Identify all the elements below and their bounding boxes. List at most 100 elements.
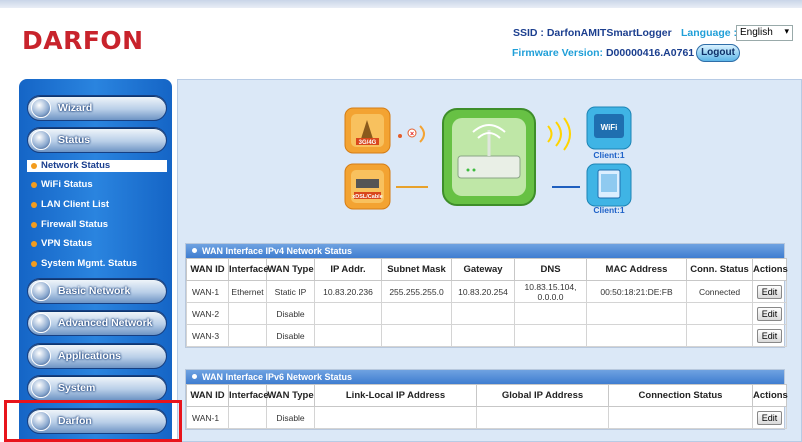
menu-advanced-network[interactable]: Advanced Network [27, 310, 167, 336]
language-label: Language : [681, 27, 738, 39]
ssid-label: SSID : [513, 27, 544, 39]
menu-status[interactable]: Status [27, 127, 167, 153]
interface-cell [228, 406, 267, 429]
bullet-icon [192, 248, 197, 253]
menu-basic-network[interactable]: Basic Network [27, 278, 167, 304]
top-bar [0, 0, 802, 8]
router-icon [442, 108, 536, 206]
wan-type-cell: Static IP [266, 280, 315, 303]
lan-client-count: Client:1 [593, 205, 624, 215]
wan-type-cell: Disable [266, 324, 315, 347]
sidebar-item-label: WiFi Status [41, 179, 93, 190]
tools-icon [31, 313, 51, 333]
firmware-info: Firmware Version: D00000416.A0761 [512, 47, 694, 59]
actions-cell: Edit [752, 324, 787, 347]
col-interface: Interface [228, 384, 269, 407]
menu-advanced-network-label: Advanced Network [58, 317, 153, 329]
edit-button[interactable]: Edit [756, 410, 783, 425]
ipv4-panel-title: WAN Interface IPv4 Network Status [202, 246, 353, 256]
col-wan-id: WAN ID [186, 384, 229, 407]
mac-cell [586, 324, 687, 347]
ipv6-status-panel: WAN Interface IPv6 Network Status WAN ID… [185, 369, 788, 430]
ip-cell [314, 302, 382, 325]
interface-cell: Ethernet [228, 280, 267, 303]
dns-secondary: 0.0.0.0 [537, 291, 564, 302]
interface-cell [228, 324, 267, 347]
sidebar-item-firewall-status[interactable]: Firewall Status [27, 219, 167, 231]
sidebar-item-label: LAN Client List [41, 199, 110, 210]
col-connection-status: Connection Status [608, 384, 753, 407]
logout-button[interactable]: Logout [696, 44, 740, 62]
dns-cell [514, 302, 587, 325]
menu-system[interactable]: System [27, 375, 167, 401]
language-select[interactable]: English ▾ [736, 25, 793, 41]
wan-id-cell: WAN-1 [186, 280, 229, 303]
ipv4-header-row: WAN ID Interface WAN Type IP Addr. Subne… [186, 258, 788, 281]
col-gateway: Gateway [451, 258, 515, 281]
menu-wizard-label: Wizard [58, 102, 93, 114]
bullet-icon [31, 163, 37, 169]
sidebar-item-label: Firewall Status [41, 219, 109, 230]
sidebar-item-lan-client-list[interactable]: LAN Client List [27, 199, 167, 211]
col-wan-type: WAN Type [266, 258, 315, 281]
menu-wizard[interactable]: Wizard [27, 95, 167, 121]
firmware-label: Firmware Version: [512, 47, 604, 59]
menu-applications[interactable]: Applications [27, 343, 167, 369]
sidebar-item-wifi-status[interactable]: WiFi Status [27, 179, 167, 191]
ipv4-panel-header: WAN Interface IPv4 Network Status [186, 244, 784, 258]
gateway-cell [451, 302, 515, 325]
bullet-icon [31, 202, 37, 208]
ipv6-status-table: WAN ID Interface WAN Type Link-Local IP … [186, 384, 788, 429]
dns-cell: 10.83.15.104, 0.0.0.0 [514, 280, 587, 303]
disconnected-indicator: × [398, 125, 425, 143]
edit-button[interactable]: Edit [756, 284, 783, 299]
table-row: WAN-2 Disable Edit [186, 302, 787, 325]
bullet-icon [31, 241, 37, 247]
link-local-cell [314, 406, 477, 429]
col-link-local-ip: Link-Local IP Address [314, 384, 477, 407]
ipv6-panel-header: WAN Interface IPv6 Network Status [186, 370, 784, 384]
edit-button[interactable]: Edit [756, 328, 783, 343]
col-dns: DNS [514, 258, 587, 281]
wan-type-cell: Disable [266, 406, 315, 429]
sidebar: Wizard Status Network Status WiFi Status… [19, 79, 172, 442]
sidebar-item-system-mgmt-status[interactable]: System Mgmt. Status [27, 258, 167, 270]
wand-icon [31, 98, 51, 118]
bullet-icon [31, 222, 37, 228]
sidebar-item-vpn-status[interactable]: VPN Status [27, 238, 167, 250]
col-actions: Actions [752, 384, 788, 407]
col-wan-id: WAN ID [186, 258, 229, 281]
ssid-info: SSID : DarfonAMITSmartLogger [513, 27, 672, 39]
wan-type-cell: Disable [266, 302, 315, 325]
ipv4-status-panel: WAN Interface IPv4 Network Status WAN ID… [185, 243, 788, 348]
wifi-waves-icon [547, 117, 571, 151]
apps-icon [31, 346, 51, 366]
edit-button[interactable]: Edit [756, 306, 783, 321]
darfon-logo: DARFON [22, 26, 144, 55]
col-interface: Interface [228, 258, 269, 281]
system-monitor-icon [31, 378, 51, 398]
status-cell: Connected [686, 280, 753, 303]
modem-xdsl-icon: xDSL/Cable [344, 163, 391, 210]
menu-applications-label: Applications [58, 350, 122, 362]
lan-client-icon: Client:1 [586, 163, 632, 215]
language-value: English [740, 27, 773, 38]
status-cell [608, 406, 753, 429]
bullet-icon [31, 261, 37, 267]
chevron-down-icon: ▾ [784, 26, 789, 36]
gateway-cell: 10.83.20.254 [451, 280, 515, 303]
sidebar-item-label: Network Status [41, 160, 111, 171]
col-ip-addr: IP Addr. [314, 258, 382, 281]
ipv4-status-table: WAN ID Interface WAN Type IP Addr. Subne… [186, 258, 788, 347]
sidebar-item-network-status[interactable]: Network Status [27, 160, 167, 172]
wan-id-cell: WAN-2 [186, 302, 229, 325]
router-admin-page: DARFON SSID : DarfonAMITSmartLogger Firm… [0, 0, 802, 442]
interface-cell [228, 302, 267, 325]
actions-cell: Edit [752, 406, 787, 429]
col-wan-type: WAN Type [266, 384, 315, 407]
sidebar-item-label: System Mgmt. Status [41, 258, 138, 269]
network-topology-diagram: 3G/4G × xDSL/Cable WiFi Client:1 Client:… [344, 106, 632, 215]
firmware-value: D00000416.A0761 [605, 47, 695, 59]
modem-xdsl-label: xDSL/Cable [352, 194, 383, 200]
wan-id-cell: WAN-1 [186, 406, 229, 429]
